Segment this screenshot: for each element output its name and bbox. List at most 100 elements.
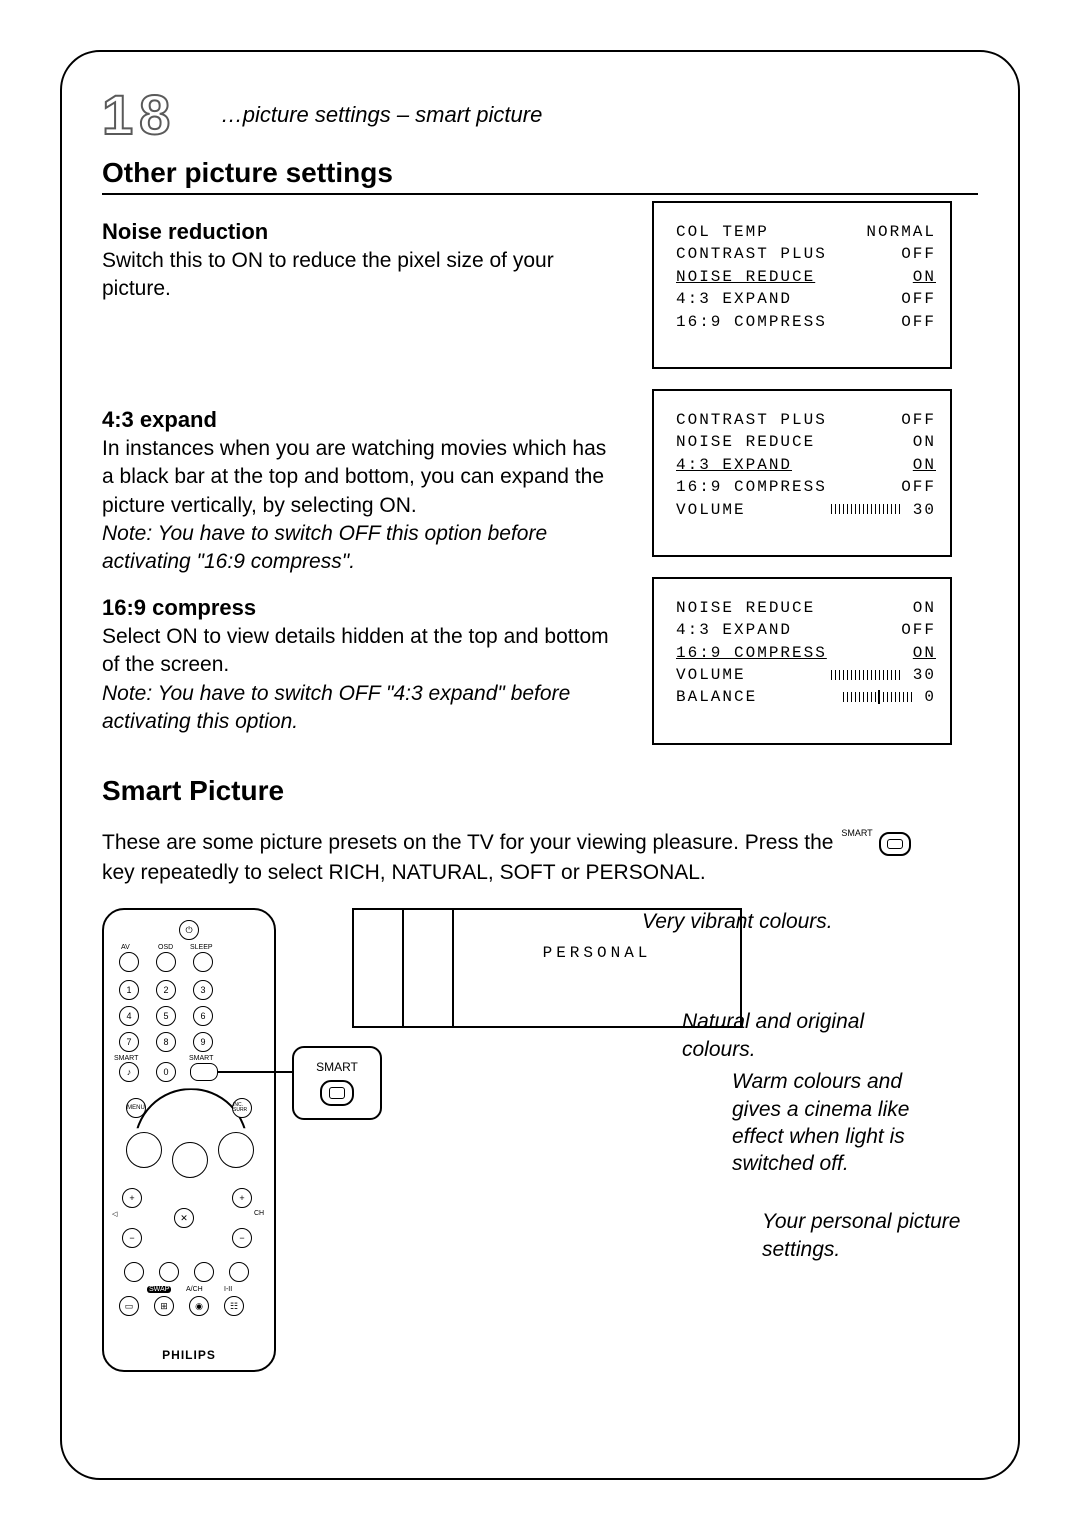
osd-label: NOISE REDUCE	[676, 431, 815, 453]
label-smart-pic: SMART	[189, 1055, 213, 1062]
nav-right-icon	[218, 1132, 254, 1168]
remote-illustration: ⏻ AV OSD SLEEP 1 2 3 4 5 6 7 8 9 SMART S…	[102, 908, 276, 1372]
smart-button-icon	[320, 1080, 354, 1106]
osd-label-highlight: NOISE REDUCE	[676, 266, 815, 288]
osd-noise-reduce: COL TEMP NORMAL CONTRAST PLUS OFF NOISE RE…	[652, 201, 952, 369]
desc-natural: Natural and original colours.	[682, 1008, 932, 1063]
row-169-compress: 16:9 compress Select ON to view details …	[102, 577, 978, 765]
note-43-expand: Note: You have to switch OFF this option…	[102, 520, 622, 577]
osd-value: ON	[913, 266, 936, 288]
osd-value: 0	[924, 688, 936, 706]
callout-line	[217, 1071, 297, 1073]
brand-label: PHILIPS	[104, 1348, 274, 1362]
inc-surr-button: INC. SURR	[232, 1098, 252, 1118]
desc-soft: Warm colours and gives a cinema like eff…	[732, 1068, 952, 1177]
note-169-compress: Note: You have to switch OFF "4:3 expand…	[102, 680, 622, 737]
nav-left-icon	[126, 1132, 162, 1168]
osd-value: ON	[913, 454, 936, 476]
osd-label-highlight: 16:9 COMPRESS	[676, 642, 827, 664]
osd-value: OFF	[901, 409, 936, 431]
intro-text-a: These are some picture presets on the TV…	[102, 831, 839, 854]
smart-key-icon	[879, 832, 911, 856]
osd-43-expand: CONTRAST PLUS OFF NOISE REDUCE ON 4:3 EXPA…	[652, 389, 952, 557]
osd-label: CONTRAST PLUS	[676, 409, 827, 431]
ch-down-button: −	[232, 1228, 252, 1248]
breadcrumb: …picture settings – smart picture	[221, 102, 543, 128]
digit-6: 6	[193, 1006, 213, 1026]
desc-rich: Very vibrant colours.	[642, 908, 892, 935]
heading-169-compress: 16:9 compress	[102, 595, 622, 621]
smart-picture-intro: These are some picture presets on the TV…	[102, 828, 922, 888]
balance-bar-icon	[843, 692, 913, 702]
osd-value: 30	[913, 501, 936, 519]
mute-button: ✕	[174, 1208, 194, 1228]
manual-page: 18 …picture settings – smart picture Oth…	[60, 50, 1020, 1480]
io-button: ☷	[224, 1296, 244, 1316]
sleep-button	[193, 952, 213, 972]
row-noise-reduction: Noise reduction Switch this to ON to red…	[102, 201, 978, 389]
vol-down-button: −	[122, 1228, 142, 1248]
callout-label: SMART	[302, 1060, 372, 1074]
desc-personal: Your personal picture settings.	[762, 1208, 962, 1263]
osd-value: ON	[913, 431, 936, 453]
swap-button: ⊞	[154, 1296, 174, 1316]
yellow-button-icon	[194, 1262, 214, 1282]
body-169-compress: Select ON to view details hidden at the …	[102, 623, 622, 680]
smart-key-label: SMART	[841, 828, 872, 838]
page-header: 18 …picture settings – smart picture	[102, 82, 978, 147]
osd-value: OFF	[901, 619, 936, 641]
smart-picture-button	[190, 1063, 218, 1081]
ch-up-button: +	[232, 1188, 252, 1208]
ach-button: ◉	[189, 1296, 209, 1316]
presets-diagram: ⏻ AV OSD SLEEP 1 2 3 4 5 6 7 8 9 SMART S…	[102, 908, 978, 1408]
label-sleep: SLEEP	[190, 944, 213, 951]
label-swap: SWAP	[147, 1286, 171, 1293]
remote-body: ⏻ AV OSD SLEEP 1 2 3 4 5 6 7 8 9 SMART S…	[102, 908, 276, 1372]
nav-center-icon	[172, 1142, 208, 1178]
label-osd: OSD	[158, 944, 173, 951]
pip-button: ▭	[119, 1296, 139, 1316]
osd-value: OFF	[901, 288, 936, 310]
osd-label: COL TEMP	[676, 221, 769, 243]
digit-7: 7	[119, 1032, 139, 1052]
osd-label: VOLUME	[676, 664, 746, 686]
osd-value: 30	[913, 666, 936, 684]
osd-label: CONTRAST PLUS	[676, 243, 827, 265]
volume-bar-icon	[831, 670, 901, 680]
section-smart-picture: Smart Picture	[102, 775, 978, 807]
speaker-icon: ◁	[112, 1210, 117, 1218]
label-io: I-II	[224, 1286, 232, 1293]
osd-label: 4:3 EXPAND	[676, 619, 792, 641]
vol-up-button: +	[122, 1188, 142, 1208]
osd-value: OFF	[901, 243, 936, 265]
red-button-icon	[124, 1262, 144, 1282]
osd-label: 16:9 COMPRESS	[676, 476, 827, 498]
osd-label-highlight: 4:3 EXPAND	[676, 454, 792, 476]
section-other-picture-settings: Other picture settings	[102, 157, 978, 195]
osd-label: VOLUME	[676, 499, 746, 521]
digit-4: 4	[119, 1006, 139, 1026]
osd-value: NORMAL	[866, 221, 936, 243]
body-43-expand: In instances when you are watching movie…	[102, 435, 622, 520]
digit-0: 0	[156, 1062, 176, 1082]
label-ch: CH	[254, 1210, 264, 1217]
osd-label: NOISE REDUCE	[676, 597, 815, 619]
green-button-icon	[159, 1262, 179, 1282]
digit-9: 9	[193, 1032, 213, 1052]
osd-value: ON	[913, 642, 936, 664]
osd-value: ON	[913, 597, 936, 619]
label-ach: A/CH	[186, 1286, 203, 1293]
digit-2: 2	[156, 980, 176, 1000]
row-43-expand: 4:3 expand In instances when you are wat…	[102, 389, 978, 577]
blue-button-icon	[229, 1262, 249, 1282]
osd-label: BALANCE	[676, 686, 757, 708]
digit-3: 3	[193, 980, 213, 1000]
osd-label: 4:3 EXPAND	[676, 288, 792, 310]
volume-bar-icon	[831, 504, 901, 514]
smart-sound-button: ♪	[119, 1062, 139, 1082]
power-button-icon: ⏻	[179, 920, 199, 940]
digit-8: 8	[156, 1032, 176, 1052]
label-av: AV	[121, 944, 130, 951]
digit-5: 5	[156, 1006, 176, 1026]
osd-value: OFF	[901, 476, 936, 498]
